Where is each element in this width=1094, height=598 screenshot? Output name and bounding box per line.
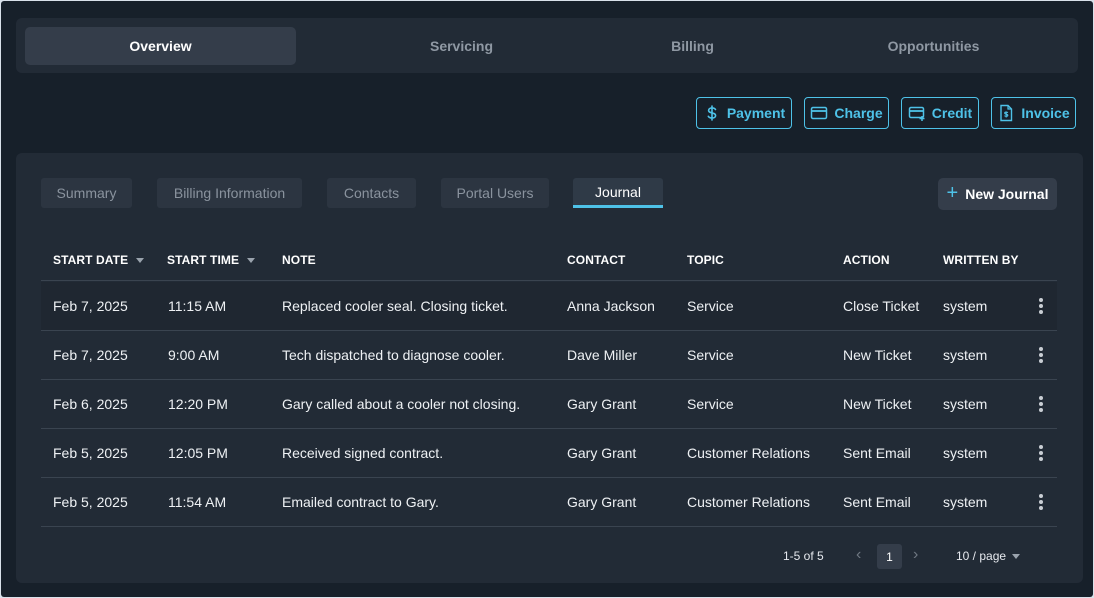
cell-note: Tech dispatched to diagnose cooler. — [282, 347, 505, 363]
cell-action: Sent Email — [843, 445, 911, 461]
pagination-info: 1-5 of 5 — [783, 549, 824, 563]
new-journal-button[interactable]: + New Journal — [938, 178, 1057, 210]
cell-action: Close Ticket — [843, 298, 920, 314]
cell-topic: Service — [687, 298, 734, 314]
column-start-date[interactable]: START DATE — [53, 239, 145, 281]
credit-label: Credit — [931, 105, 973, 121]
subtab-billing-information[interactable]: Billing Information — [157, 178, 302, 208]
plus-icon: + — [946, 182, 959, 204]
table-header: START DATE START TIME NOTE CONTACT TOPIC… — [41, 239, 1057, 281]
table-row[interactable]: Feb 7, 2025 9:00 AM Tech dispatched to d… — [41, 331, 1057, 380]
column-topic: TOPIC — [687, 253, 724, 267]
cell-start-date: Feb 6, 2025 — [53, 396, 128, 412]
column-action: ACTION — [843, 253, 890, 267]
cell-contact: Anna Jackson — [567, 298, 655, 314]
column-written-by: WRITTEN BY — [943, 253, 1019, 267]
cell-action: New Ticket — [843, 347, 912, 363]
column-note: NOTE — [282, 253, 316, 267]
cell-start-date: Feb 7, 2025 — [53, 298, 128, 314]
column-label: START DATE — [53, 253, 129, 267]
cell-note: Gary called about a cooler not closing. — [282, 396, 521, 412]
subtab-contacts[interactable]: Contacts — [327, 178, 416, 208]
charge-label: Charge — [834, 105, 883, 121]
cell-action: New Ticket — [843, 396, 912, 412]
charge-button[interactable]: Charge — [804, 97, 889, 129]
subtab-portal-users[interactable]: Portal Users — [441, 178, 549, 208]
cell-contact: Gary Grant — [567, 494, 637, 510]
tab-opportunities[interactable]: Opportunities — [798, 27, 1069, 65]
invoice-document-icon — [1000, 104, 1013, 122]
row-menu-kebab-icon[interactable] — [1035, 443, 1047, 463]
cell-written-by: system — [943, 396, 988, 412]
cell-start-date: Feb 5, 2025 — [53, 445, 128, 461]
app-window: Overview Servicing Billing Opportunities… — [1, 1, 1093, 597]
tab-overview[interactable]: Overview — [25, 27, 296, 65]
table-row[interactable]: Feb 6, 2025 12:20 PM Gary called about a… — [41, 380, 1057, 429]
table-row[interactable]: Feb 5, 2025 11:54 AM Emailed contract to… — [41, 478, 1057, 527]
cell-start-date: Feb 5, 2025 — [53, 494, 128, 510]
cell-action: Sent Email — [843, 494, 911, 510]
table-row[interactable]: Feb 5, 2025 12:05 PM Received signed con… — [41, 429, 1057, 478]
row-menu-kebab-icon[interactable] — [1035, 345, 1047, 365]
cell-start-time: 11:15 AM — [168, 298, 227, 314]
cell-start-date: Feb 7, 2025 — [53, 347, 128, 363]
credit-card-icon — [811, 106, 828, 120]
dollar-icon — [707, 105, 717, 121]
sort-caret-icon[interactable] — [247, 257, 256, 263]
cell-topic: Customer Relations — [687, 445, 810, 461]
chevron-down-icon — [1012, 553, 1021, 559]
cell-contact: Dave Miller — [567, 347, 638, 363]
subtab-journal[interactable]: Journal — [573, 178, 663, 208]
row-menu-kebab-icon[interactable] — [1035, 394, 1047, 414]
cell-note: Replaced cooler seal. Closing ticket. — [282, 298, 508, 314]
page-number-button[interactable]: 1 — [877, 544, 902, 569]
journal-panel: Summary Billing Information Contacts Por… — [16, 153, 1083, 583]
payment-button[interactable]: Payment — [696, 97, 792, 129]
column-label: START TIME — [167, 253, 240, 267]
subtab-summary[interactable]: Summary — [41, 178, 132, 208]
cell-topic: Service — [687, 396, 734, 412]
payment-label: Payment — [726, 105, 786, 121]
row-menu-kebab-icon[interactable] — [1035, 492, 1047, 512]
cell-written-by: system — [943, 494, 988, 510]
cell-contact: Gary Grant — [567, 396, 637, 412]
table-row[interactable]: Feb 7, 2025 11:15 AM Replaced cooler sea… — [41, 282, 1057, 331]
top-tab-bar: Overview Servicing Billing Opportunities — [16, 18, 1078, 73]
cell-topic: Customer Relations — [687, 494, 810, 510]
cell-start-time: 11:54 AM — [168, 494, 227, 510]
sort-caret-icon[interactable] — [136, 257, 145, 263]
row-menu-kebab-icon[interactable] — [1035, 296, 1047, 316]
cell-note: Emailed contract to Gary. — [282, 494, 439, 510]
prev-page-icon[interactable]: ‹ — [856, 546, 861, 564]
column-contact: CONTACT — [567, 253, 626, 267]
cell-written-by: system — [943, 445, 988, 461]
cell-start-time: 9:00 AM — [168, 347, 220, 363]
cell-written-by: system — [943, 298, 988, 314]
card-plus-icon — [908, 106, 925, 121]
new-journal-label: New Journal — [965, 186, 1049, 202]
cell-note: Received signed contract. — [282, 445, 444, 461]
invoice-button[interactable]: Invoice — [991, 97, 1076, 129]
page-size-select[interactable]: 10 / page — [956, 549, 1021, 563]
next-page-icon[interactable]: › — [913, 546, 918, 564]
cell-contact: Gary Grant — [567, 445, 637, 461]
cell-written-by: system — [943, 347, 988, 363]
page-size-label: 10 / page — [956, 549, 1007, 563]
column-start-time[interactable]: START TIME — [167, 239, 256, 281]
cell-start-time: 12:05 PM — [168, 445, 228, 461]
credit-button[interactable]: Credit — [901, 97, 979, 129]
cell-topic: Service — [687, 347, 734, 363]
invoice-label: Invoice — [1021, 105, 1070, 121]
tab-billing[interactable]: Billing — [557, 27, 828, 65]
cell-start-time: 12:20 PM — [168, 396, 228, 412]
